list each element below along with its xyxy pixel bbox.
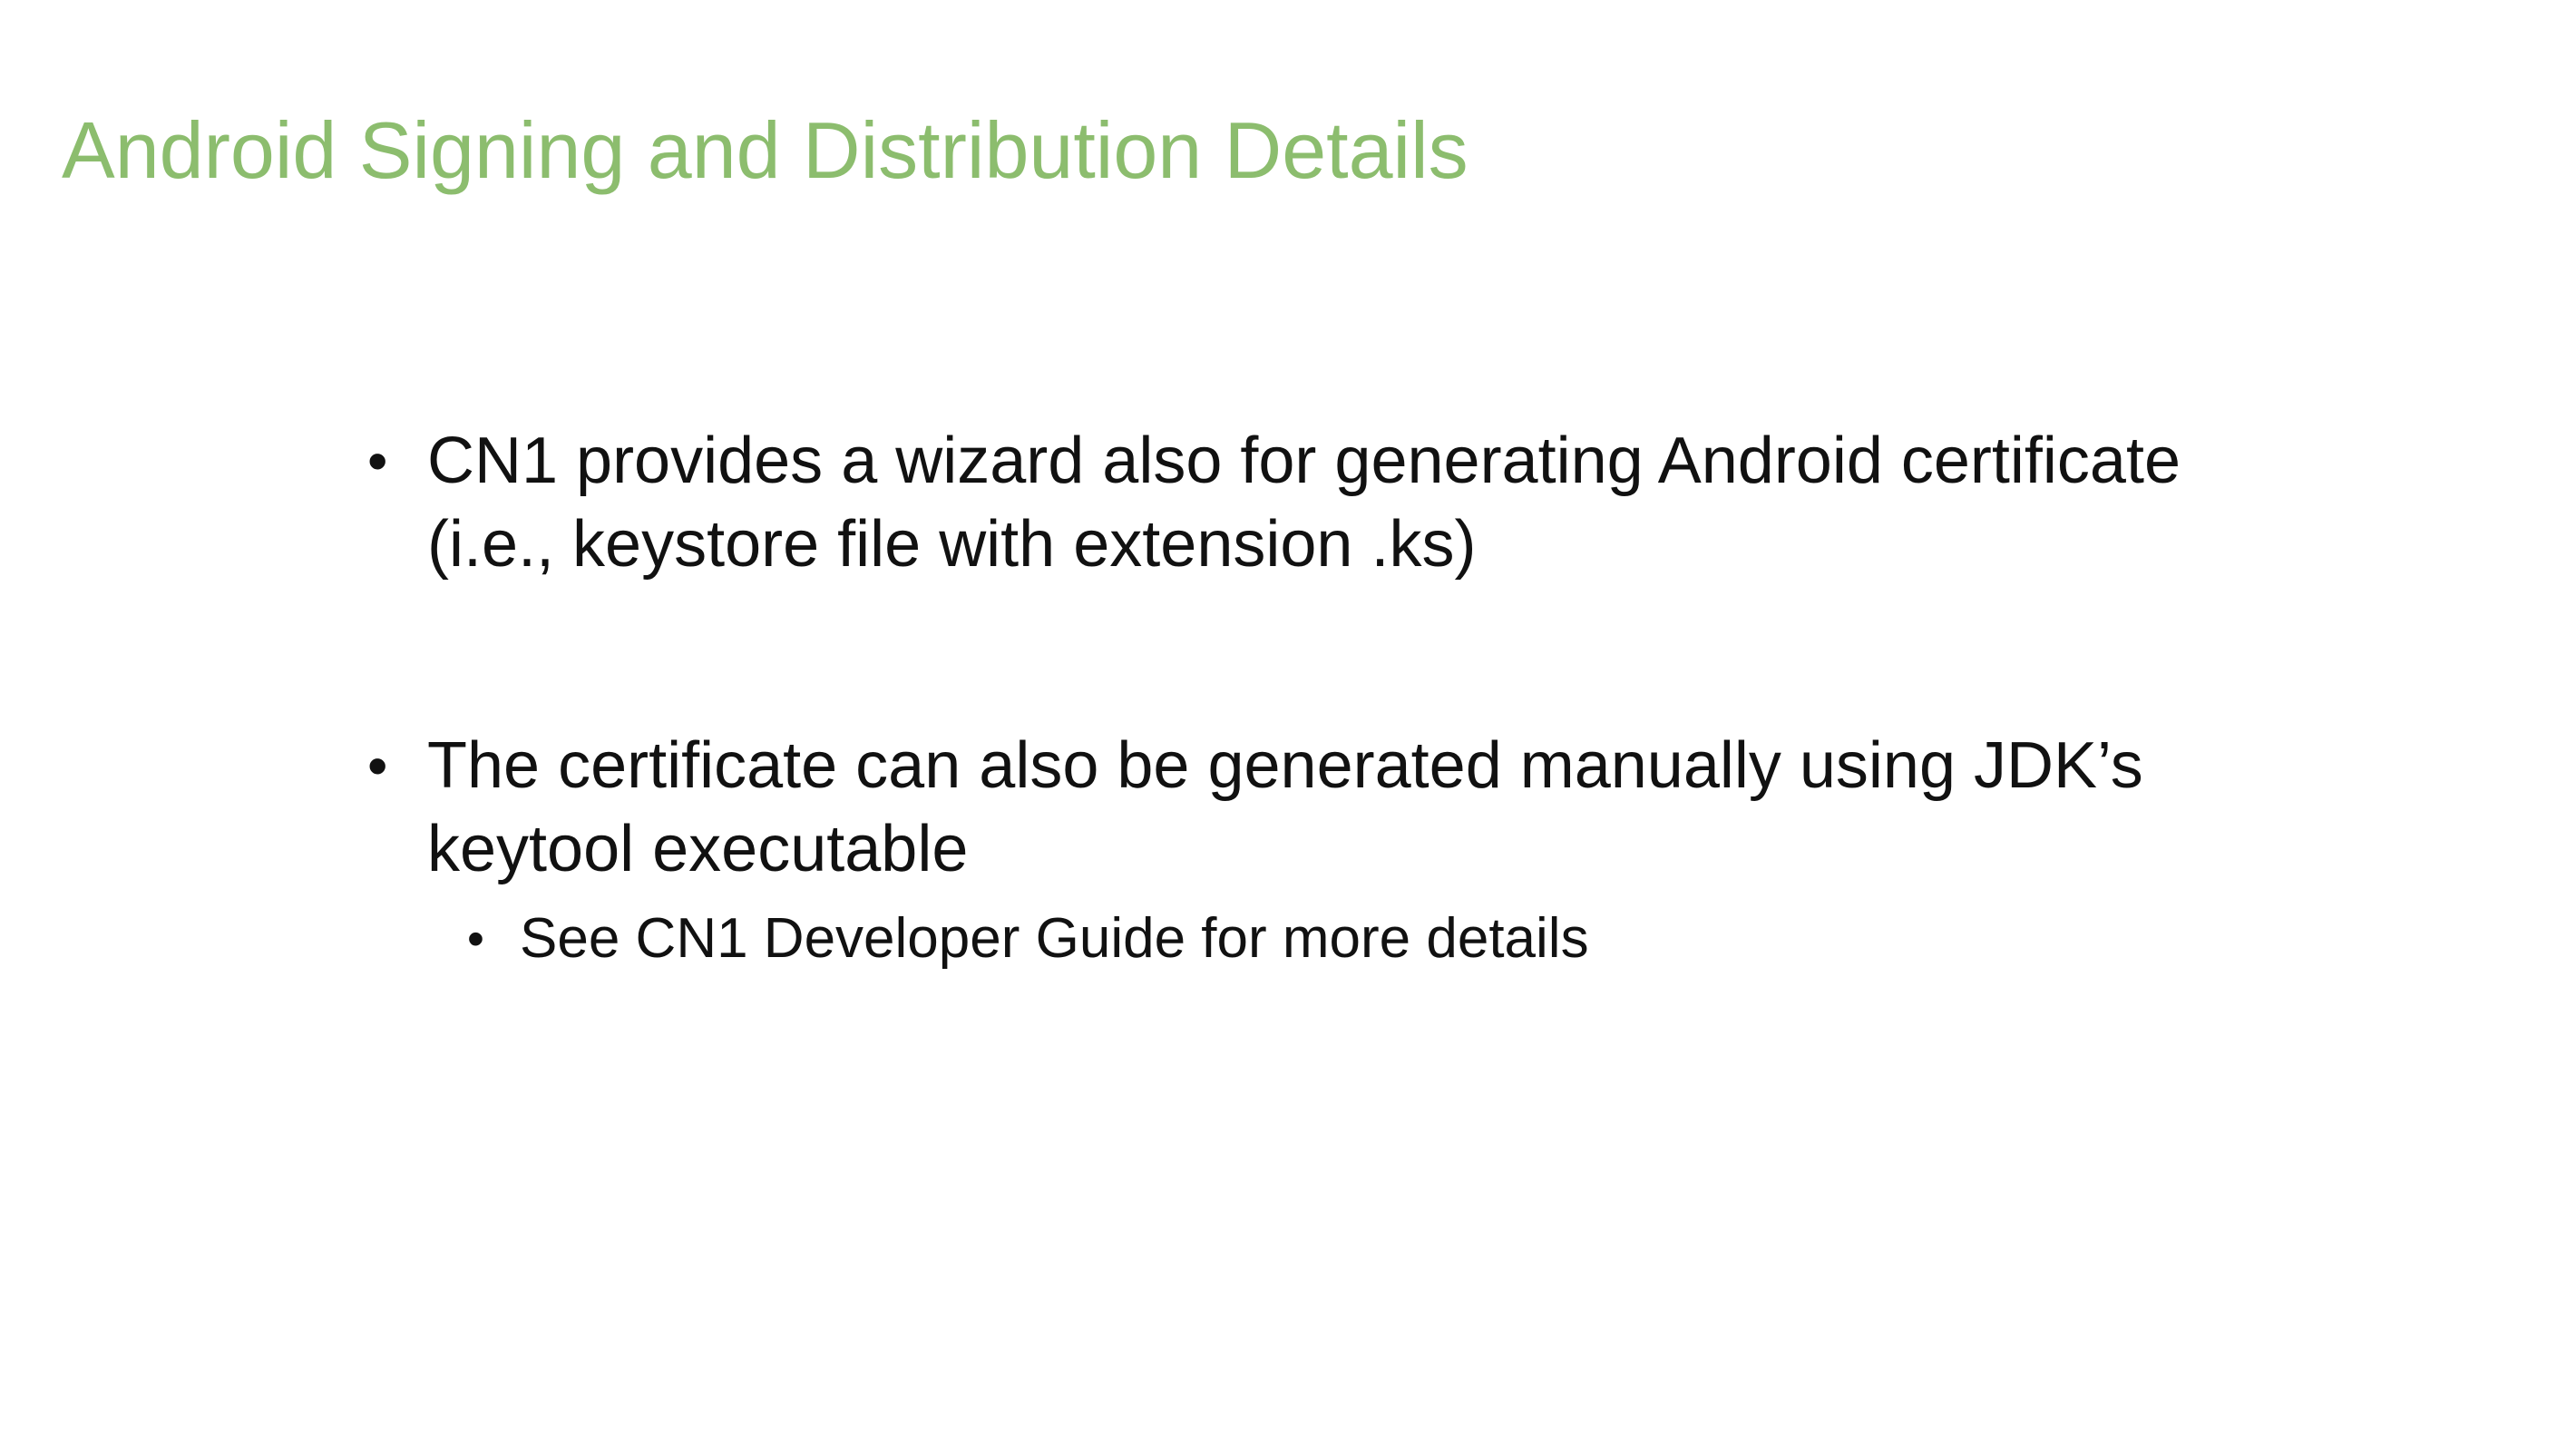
bullet-text: The certificate can also be generated ma… xyxy=(427,729,2143,885)
sub-bullet-marker: • xyxy=(467,912,484,966)
bullet-list: • CN1 provides a wizard also for generat… xyxy=(367,419,2227,978)
bullet-item: • CN1 provides a wizard also for generat… xyxy=(367,419,2227,586)
slide: Android Signing and Distribution Details… xyxy=(0,0,2576,1446)
bullet-marker: • xyxy=(367,428,388,493)
bullet-marker: • xyxy=(367,733,388,798)
sub-bullet-item: • See CN1 Developer Guide for more detai… xyxy=(467,900,2227,978)
sub-bullet-text: See CN1 Developer Guide for more details xyxy=(520,907,1589,970)
sub-bullet-list: • See CN1 Developer Guide for more detai… xyxy=(427,900,2227,978)
slide-title: Android Signing and Distribution Details xyxy=(62,105,1469,195)
bullet-item: • The certificate can also be generated … xyxy=(367,724,2227,978)
bullet-text: CN1 provides a wizard also for generatin… xyxy=(427,425,2181,581)
